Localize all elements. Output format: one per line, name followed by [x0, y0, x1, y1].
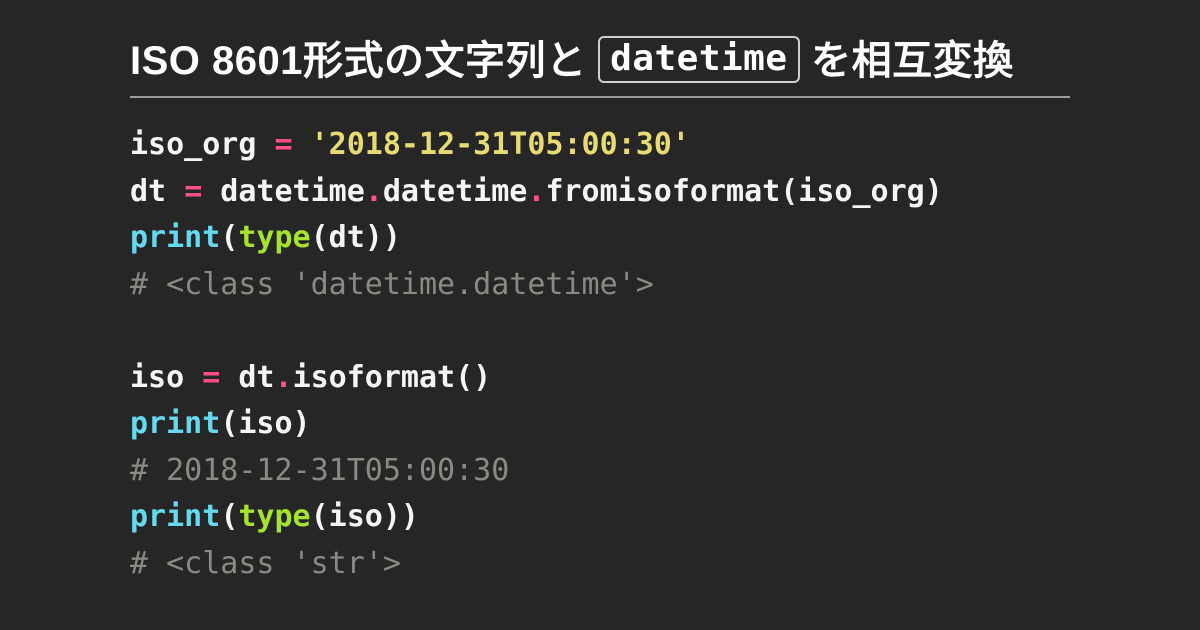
code-line: print(type(dt)) — [130, 215, 1070, 262]
title-post: を相互変換 — [811, 39, 1014, 83]
code-token: . — [275, 360, 293, 395]
code-token: '2018-12-31T05:00:30' — [311, 127, 690, 162]
code-token: print — [130, 406, 220, 441]
code-token: (iso)) — [311, 499, 419, 534]
code-token — [293, 127, 311, 162]
code-token: # <class 'datetime.datetime'> — [130, 267, 654, 302]
code-token: dt — [130, 174, 184, 209]
code-token: iso_org — [130, 127, 275, 162]
code-line: print(type(iso)) — [130, 494, 1070, 541]
code-line: dt = datetime.datetime.fromisoformat(iso… — [130, 169, 1070, 216]
code-line — [130, 308, 1070, 355]
code-token: # <class 'str'> — [130, 546, 401, 581]
code-token: # 2018-12-31T05:00:30 — [130, 453, 509, 488]
code-token: type — [238, 220, 310, 255]
code-token: (iso) — [220, 406, 310, 441]
code-token: isoformat() — [293, 360, 492, 395]
code-token: datetime — [202, 174, 365, 209]
code-line: # 2018-12-31T05:00:30 — [130, 448, 1070, 495]
code-token: ( — [220, 499, 238, 534]
title-code-box: datetime — [598, 36, 799, 83]
code-token — [130, 313, 148, 348]
code-token: iso — [130, 360, 202, 395]
code-line: print(iso) — [130, 401, 1070, 448]
code-token: = — [275, 127, 293, 162]
code-token: . — [527, 174, 545, 209]
code-line: # <class 'str'> — [130, 541, 1070, 588]
code-token: = — [202, 360, 220, 395]
code-token: type — [238, 499, 310, 534]
code-line: iso_org = '2018-12-31T05:00:30' — [130, 122, 1070, 169]
code-token: (dt)) — [311, 220, 401, 255]
code-token: . — [365, 174, 383, 209]
code-token: ( — [220, 220, 238, 255]
code-token: dt — [220, 360, 274, 395]
slide-container: ISO 8601形式の文字列と datetime を相互変換 iso_org =… — [0, 0, 1200, 587]
code-line: # <class 'datetime.datetime'> — [130, 262, 1070, 309]
code-line: iso = dt.isoformat() — [130, 355, 1070, 402]
code-block: iso_org = '2018-12-31T05:00:30'dt = date… — [130, 122, 1070, 587]
code-token: print — [130, 220, 220, 255]
slide-title: ISO 8601形式の文字列と datetime を相互変換 — [130, 28, 1070, 98]
code-token: fromisoformat(iso_org) — [545, 174, 942, 209]
code-token: print — [130, 499, 220, 534]
code-token: = — [184, 174, 202, 209]
code-token: datetime — [383, 174, 528, 209]
title-pre: ISO 8601形式の文字列と — [130, 39, 587, 83]
